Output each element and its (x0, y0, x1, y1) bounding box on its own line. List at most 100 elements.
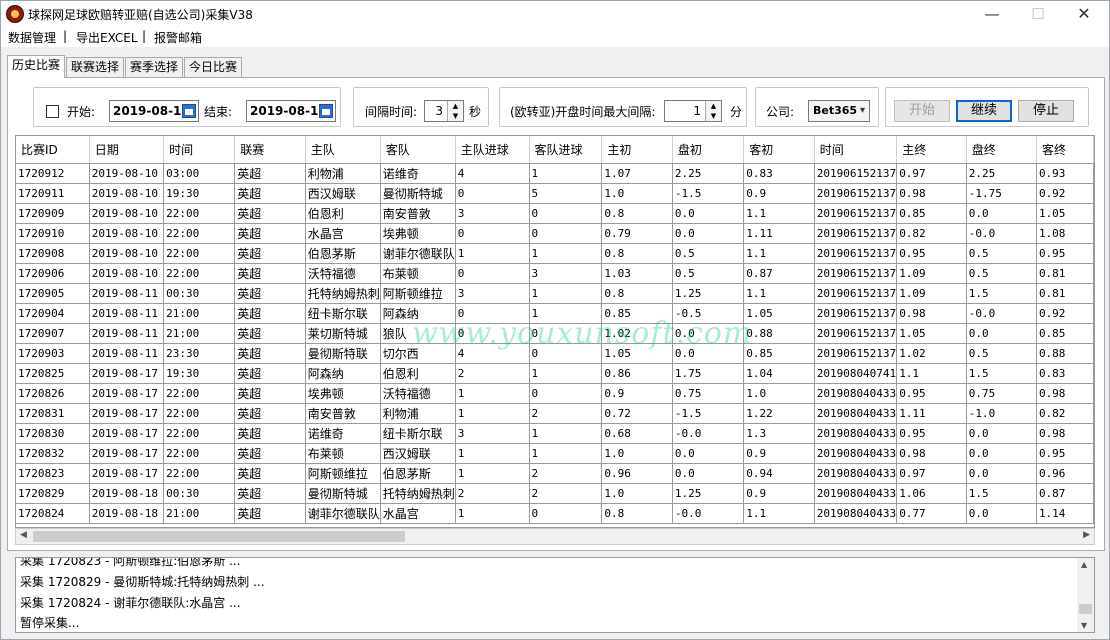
stepper-arrows-icon[interactable]: ▲ ▼ (705, 101, 721, 121)
table-cell: 0 (529, 503, 603, 524)
table-cell: 2019-08-17 (89, 363, 165, 384)
table-row[interactable]: 1720909 2019-08-10 22:00 英超 伯恩利 南安普敦 3 0 0.8 0.0 1… (16, 203, 1094, 224)
tab-league-select[interactable]: 联赛选择 (66, 57, 125, 77)
column-header[interactable]: 盘终 (966, 136, 1037, 164)
table-cell: 1.1 (743, 503, 815, 524)
table-row[interactable]: 1720907 2019-08-11 21:00 英超 莱切斯特城 狼队 0 0 1.02 0.0… (16, 323, 1094, 344)
table-cell: 0 (455, 323, 530, 344)
tab-today-matches[interactable]: 今日比赛 (184, 57, 243, 77)
table-row[interactable]: 1720906 2019-08-10 22:00 英超 沃特福德 布莱顿 0 3 1.03 0.5… (16, 263, 1094, 284)
match-table[interactable]: 比赛ID 日期 时间 联赛 主队 客队 主队进球 客队进球 主初 盘初 客初 时间 主终 盘终 客终 172… (15, 135, 1095, 528)
column-header[interactable]: 主队 (305, 136, 381, 164)
table-row[interactable]: 1720905 2019-08-11 00:30 英超 托特纳姆热刺 阿斯顿维拉 3 1 0.8… (16, 283, 1094, 304)
column-header[interactable]: 时间 (814, 136, 898, 164)
table-cell: 0.96 (601, 463, 673, 484)
table-row[interactable]: 1720903 2019-08-11 23:30 英超 曼彻斯特联 切尔西 4 0 1.05 0.… (16, 343, 1094, 364)
table-row[interactable]: 1720823 2019-08-17 22:00 英超 阿斯顿维拉 伯恩茅斯 1 2 0.96 0… (16, 463, 1094, 484)
start-button[interactable]: 开始 (894, 100, 950, 122)
table-cell: 201906152137 (814, 243, 898, 264)
start-date-picker[interactable]: 2019-08-18 (109, 100, 199, 122)
minimize-button[interactable]: — (969, 1, 1015, 27)
table-cell: 1.03 (601, 263, 673, 284)
table-cell: 2019-08-17 (89, 403, 165, 424)
column-header[interactable]: 时间 (163, 136, 236, 164)
scroll-right-icon[interactable]: ▶ (1083, 530, 1090, 540)
table-cell: 1720910 (16, 223, 90, 244)
table-row[interactable]: 1720824 2019-08-18 21:00 英超 谢菲尔德联队 水晶宫 1 0 0.8 -0… (16, 503, 1094, 524)
column-header[interactable]: 联赛 (234, 136, 306, 164)
table-cell: 0.0 (672, 443, 745, 464)
table-cell: 0.5 (966, 243, 1037, 264)
column-header[interactable]: 主终 (896, 136, 967, 164)
table-cell: 00:30 (163, 483, 236, 504)
table-cell: 0.9 (601, 383, 673, 404)
vertical-scrollbar[interactable]: ▲ ▼ (1077, 558, 1094, 632)
close-button[interactable]: ✕ (1061, 1, 1107, 27)
scroll-thumb[interactable] (1079, 604, 1092, 614)
column-header[interactable]: 主初 (601, 136, 673, 164)
table-cell: 0.85 (743, 343, 815, 364)
column-header[interactable]: 客终 (1036, 136, 1094, 164)
calendar-icon[interactable] (319, 104, 333, 118)
date-range-checkbox[interactable] (46, 105, 59, 118)
log-output[interactable]: 采集 1720823 - 阿斯顿维拉:伯恩茅斯 ... 采集 1720829 -… (15, 557, 1095, 633)
start-date-value: 2019-08-18 (113, 104, 190, 118)
stepper-arrows-icon[interactable]: ▲ ▼ (447, 101, 463, 121)
table-cell: 南安普敦 (305, 403, 381, 424)
column-header[interactable]: 日期 (89, 136, 165, 164)
table-row[interactable]: 1720830 2019-08-17 22:00 英超 诺维奇 纽卡斯尔联 3 1 0.68 -0… (16, 423, 1094, 444)
table-row[interactable]: 1720911 2019-08-10 19:30 英超 西汉姆联 曼彻斯特城 0 5 1.0 -1… (16, 183, 1094, 204)
table-row[interactable]: 1720829 2019-08-18 00:30 英超 曼彻斯特城 托特纳姆热刺 2 2 1.0… (16, 483, 1094, 504)
interval-stepper[interactable]: 3 ▲ ▼ (424, 100, 464, 122)
menu-export-excel[interactable]: 导出EXCEL (76, 29, 138, 46)
table-cell: 纽卡斯尔联 (305, 303, 381, 324)
table-cell: 1.05 (743, 303, 815, 324)
table-cell: 1.07 (601, 163, 673, 184)
maximize-button[interactable]: ☐ (1015, 1, 1061, 27)
menu-alert-email[interactable]: 报警邮箱 (154, 29, 202, 46)
calendar-icon[interactable] (182, 104, 196, 118)
column-header[interactable]: 客初 (743, 136, 815, 164)
stop-button[interactable]: 停止 (1018, 100, 1074, 122)
table-cell: 1.25 (672, 483, 745, 504)
scroll-down-icon[interactable]: ▼ (1081, 621, 1087, 630)
table-cell: 19:30 (163, 363, 236, 384)
column-header[interactable]: 客队 (380, 136, 456, 164)
table-cell: 2019-08-17 (89, 443, 165, 464)
table-cell: 0.8 (601, 503, 673, 524)
table-row[interactable]: 1720904 2019-08-11 21:00 英超 纽卡斯尔联 阿森纳 0 1 0.85 -0… (16, 303, 1094, 324)
table-cell: 0.0 (966, 423, 1037, 444)
table-row[interactable]: 1720912 2019-08-10 03:00 英超 利物浦 诺维奇 4 1 1.07 2.25… (16, 163, 1094, 184)
table-cell: 1720829 (16, 483, 90, 504)
table-row[interactable]: 1720908 2019-08-10 22:00 英超 伯恩茅斯 谢菲尔德联队 1 1 0.8 0… (16, 243, 1094, 264)
company-select[interactable]: Bet365 ▾ (808, 100, 870, 122)
table-row[interactable]: 1720910 2019-08-10 22:00 英超 水晶宫 埃弗顿 0 0 0.79 0.0 1… (16, 223, 1094, 244)
company-group: 公司: Bet365 ▾ (755, 87, 879, 127)
table-cell: 3 (455, 283, 530, 304)
table-cell: 曼彻斯特城 (305, 483, 381, 504)
scroll-thumb[interactable] (33, 531, 405, 542)
horizontal-scrollbar[interactable]: ◀ ▶ (15, 528, 1095, 545)
scroll-left-icon[interactable]: ◀ (20, 530, 27, 540)
end-date-picker[interactable]: 2019-08-19 (246, 100, 336, 122)
table-row[interactable]: 1720832 2019-08-17 22:00 英超 布莱顿 西汉姆联 1 1 1.0 0.0 0… (16, 443, 1094, 464)
continue-button[interactable]: 继续 (956, 100, 1012, 122)
max-gap-stepper[interactable]: 1 ▲ ▼ (664, 100, 722, 122)
column-header[interactable]: 主队进球 (455, 136, 530, 164)
column-header[interactable]: 盘初 (672, 136, 745, 164)
table-cell: 21:00 (163, 323, 236, 344)
log-line: 暂停采集... (20, 616, 80, 630)
table-cell: 1 (455, 463, 530, 484)
scroll-up-icon[interactable]: ▲ (1081, 560, 1087, 569)
tab-season-select[interactable]: 赛季选择 (125, 57, 184, 77)
column-header[interactable]: 比赛ID (16, 136, 90, 164)
table-row[interactable]: 1720831 2019-08-17 22:00 英超 南安普敦 利物浦 1 2 0.72 -1.… (16, 403, 1094, 424)
table-row[interactable]: 1720826 2019-08-17 22:00 英超 埃弗顿 沃特福德 1 0 0.9 0.75… (16, 383, 1094, 404)
title-bar[interactable]: 球探网足球欧赔转亚赔(自选公司)采集V38 — ☐ ✕ (1, 1, 1109, 27)
column-header[interactable]: 客队进球 (529, 136, 603, 164)
table-cell: 1.05 (1036, 203, 1094, 224)
table-row[interactable]: 1720825 2019-08-17 19:30 英超 阿森纳 伯恩利 2 1 0.86 1.75… (16, 363, 1094, 384)
table-cell: 2019-08-18 (89, 503, 165, 524)
tab-history-matches[interactable]: 历史比赛 (7, 55, 66, 78)
menu-data-management[interactable]: 数据管理 (8, 29, 56, 46)
